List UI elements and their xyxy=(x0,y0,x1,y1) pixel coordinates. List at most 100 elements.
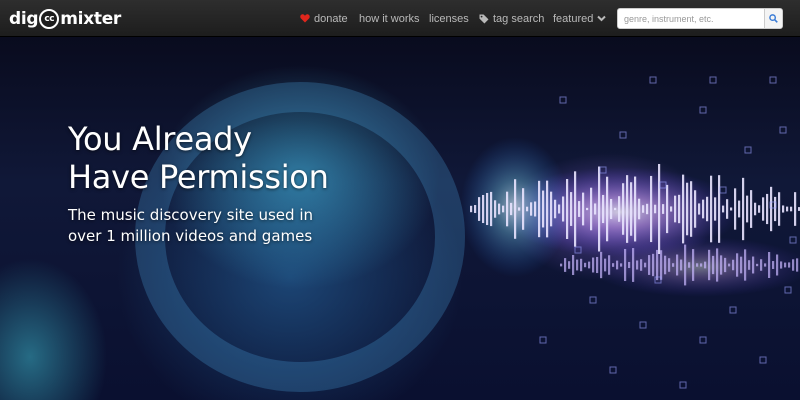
wave-bar xyxy=(680,259,683,271)
wave-bar xyxy=(674,195,677,223)
wave-bar xyxy=(626,175,629,243)
wave-bar xyxy=(770,186,773,232)
wave-bar xyxy=(570,192,573,226)
wave-bar xyxy=(784,262,787,268)
wave-bar xyxy=(756,263,759,267)
wave-bar xyxy=(582,192,585,226)
wave-bar xyxy=(722,205,725,213)
heart-icon xyxy=(300,14,310,23)
wave-bar xyxy=(578,201,581,217)
wave-bar xyxy=(588,261,591,269)
wave-bar xyxy=(654,204,657,214)
wave-bar xyxy=(646,203,649,215)
wave-bar xyxy=(682,174,685,244)
wave-bar xyxy=(720,255,723,275)
wave-bar xyxy=(684,244,687,286)
wave-bar xyxy=(526,206,529,212)
wave-bar xyxy=(708,249,711,281)
nav-tag-search[interactable]: tag search xyxy=(479,0,544,37)
wave-bar xyxy=(564,258,567,272)
spark-square xyxy=(589,296,597,304)
wave-bar xyxy=(616,260,619,270)
logo-suffix: mixter xyxy=(60,9,122,29)
nav-tag-search-label: tag search xyxy=(493,12,545,25)
wave-bar xyxy=(792,259,795,271)
wave-bar xyxy=(514,179,517,239)
wave-bar xyxy=(650,175,653,243)
wave-bar xyxy=(696,263,699,267)
spark-square xyxy=(699,106,707,114)
tag-icon xyxy=(479,14,489,24)
spark-square xyxy=(539,336,547,344)
wave-bar xyxy=(598,166,601,252)
wave-bar xyxy=(522,188,525,230)
wave-bar xyxy=(494,200,497,218)
wave-bar xyxy=(774,196,777,222)
nav-licenses-label: licenses xyxy=(429,12,469,25)
wave-bar xyxy=(478,197,481,221)
nav-licenses[interactable]: licenses xyxy=(429,0,469,37)
wave-bar xyxy=(764,263,767,267)
spark-square xyxy=(769,76,777,84)
hero-headline-line-1: You Already xyxy=(68,120,252,158)
wave-bar xyxy=(614,207,617,211)
nav-donate[interactable]: donate xyxy=(300,0,348,37)
wave-bar xyxy=(612,263,615,267)
hero-banner: You Already Have Permission The music di… xyxy=(0,37,800,400)
wave-bar xyxy=(750,190,753,228)
wave-bar xyxy=(660,250,663,280)
digccmixter-logo[interactable]: dig cc mixter xyxy=(9,8,121,30)
wave-bar xyxy=(662,204,665,214)
wave-bar xyxy=(590,187,593,231)
chevron-down-icon xyxy=(597,15,607,22)
spark-square xyxy=(609,366,617,374)
wave-bar xyxy=(704,261,707,269)
wave-bar xyxy=(778,192,781,226)
hero-subline-line-2: over 1 million videos and games xyxy=(68,227,313,245)
wave-bar xyxy=(482,194,485,224)
wave-bar xyxy=(640,259,643,271)
spark-square xyxy=(784,286,792,294)
wave-bar xyxy=(580,258,583,272)
wave-bar xyxy=(712,255,715,275)
hero-headline: You Already Have Permission xyxy=(68,120,388,196)
hero-subline-line-1: The music discovery site used in xyxy=(68,206,314,224)
wave-bar xyxy=(538,180,541,238)
wave-bar xyxy=(638,198,641,220)
wave-bar xyxy=(670,206,673,212)
wave-bar xyxy=(726,199,729,219)
wave-bar xyxy=(498,203,501,215)
wave-bar xyxy=(506,191,509,227)
spark-square xyxy=(699,336,707,344)
cc-badge: cc xyxy=(39,9,60,29)
wave-bar xyxy=(796,258,799,272)
wave-bar xyxy=(668,258,671,272)
wave-bar xyxy=(692,249,695,281)
nav-how-it-works-label: how it works xyxy=(359,12,420,25)
wave-bar xyxy=(620,263,623,267)
wave-bar xyxy=(746,195,749,223)
nav-featured[interactable]: featured xyxy=(553,0,607,37)
wave-bar xyxy=(618,196,621,222)
wave-bar xyxy=(630,182,633,236)
search-input[interactable] xyxy=(618,9,764,28)
wave-bar xyxy=(752,256,755,274)
wave-bar xyxy=(644,262,647,268)
wave-bar xyxy=(550,191,553,227)
wave-bar xyxy=(694,190,697,228)
wave-bar xyxy=(786,206,789,212)
hero-subline: The music discovery site used in over 1 … xyxy=(68,205,368,247)
wave-bar xyxy=(700,263,703,267)
wave-bar xyxy=(672,263,675,267)
wave-bar xyxy=(560,263,563,267)
wave-bar xyxy=(688,262,691,268)
wave-bar xyxy=(652,253,655,277)
nav-how-it-works[interactable]: how it works xyxy=(359,0,420,37)
search-button[interactable] xyxy=(764,9,782,28)
wave-bar xyxy=(658,163,661,255)
wave-bar xyxy=(772,261,775,269)
search-icon xyxy=(769,14,778,23)
nav-featured-label: featured xyxy=(553,12,594,25)
wave-bar xyxy=(790,206,793,212)
spark-square xyxy=(779,126,787,134)
